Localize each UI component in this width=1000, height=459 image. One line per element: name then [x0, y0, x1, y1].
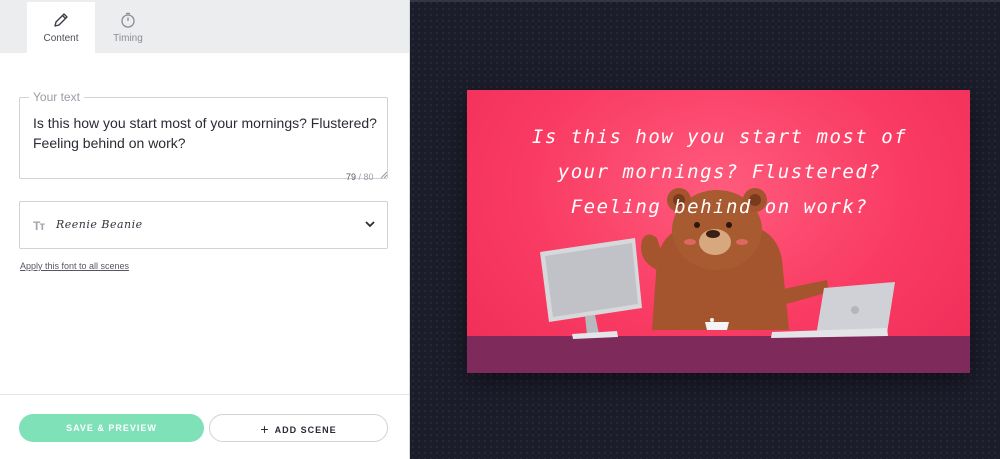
stopwatch-icon [121, 12, 135, 28]
plus-icon: + [260, 421, 270, 437]
tab-timing-label: Timing [113, 33, 143, 44]
char-count-current: 79 [346, 172, 357, 182]
caption-line-1: Is this how you start most of [531, 126, 908, 148]
tab-content-label: Content [43, 33, 79, 44]
caption-line-3: Feeling behind on work? [570, 196, 869, 218]
caption-line-2: your mornings? Flustered? [557, 161, 882, 183]
tab-content[interactable]: Content [27, 2, 95, 53]
scene-preview[interactable]: Is this how you start most of your morni… [467, 90, 970, 373]
pencil-icon [54, 13, 68, 27]
tab-timing[interactable]: Timing [94, 2, 162, 53]
resize-handle-icon[interactable] [380, 171, 388, 179]
font-type-icon: Tт [33, 219, 45, 233]
apply-font-all-link[interactable]: Apply this font to all scenes [20, 261, 129, 271]
font-dropdown-value: Reenie Beanie [56, 218, 143, 231]
char-counter: 79 / 80 [346, 172, 374, 182]
add-scene-button[interactable]: + ADD SCENE [209, 414, 388, 442]
footer-divider [0, 394, 409, 395]
char-count-max: / 80 [356, 172, 374, 182]
save-preview-button[interactable]: SAVE & PREVIEW [19, 414, 204, 442]
tab-bar: Content Timing [0, 0, 409, 53]
text-input-legend: Your text [29, 90, 84, 104]
text-input-value[interactable]: Is this how you start most of your morni… [33, 113, 378, 153]
canvas-top-border [410, 0, 1000, 2]
add-scene-label: ADD SCENE [274, 425, 337, 435]
chevron-down-icon[interactable] [365, 220, 375, 228]
monitor-illustration [540, 238, 642, 339]
preview-caption: Is this how you start most of your morni… [497, 120, 942, 225]
